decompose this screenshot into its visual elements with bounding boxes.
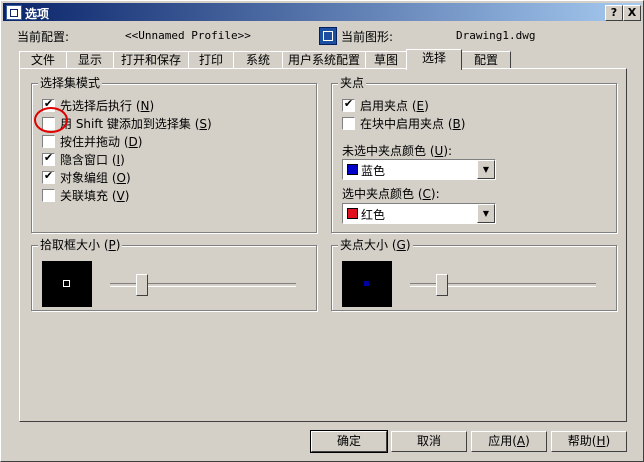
- current-drawing-value: Drawing1.dwg: [456, 29, 536, 42]
- implied-window-label: 隐含窗口 (I): [60, 153, 125, 167]
- pickbox-size-group: 拾取框大小 (P): [31, 238, 317, 311]
- selection-modes-title: 选择集模式: [38, 76, 103, 90]
- noun-verb-label: 先选择后执行 (N): [60, 99, 155, 113]
- grips-in-blocks-label: 在块中启用夹点 (B): [360, 117, 466, 131]
- unselected-color-select[interactable]: 蓝色 ▼: [342, 159, 496, 180]
- associative-hatch-label: 关联填充 (V): [60, 189, 130, 203]
- tab-drafting[interactable]: 草图: [365, 51, 407, 69]
- current-profile-label: 当前配置:: [17, 30, 70, 44]
- chevron-down-icon[interactable]: ▼: [477, 204, 495, 223]
- ok-button[interactable]: 确定: [310, 430, 388, 453]
- red-highlight-circle: [34, 107, 68, 133]
- options-dialog: 选项 ? X 当前配置: <<Unnamed Profile>> 当前图形: D…: [0, 0, 644, 462]
- check-icon: ✔: [343, 97, 354, 110]
- object-grouping-checkbox[interactable]: ✔: [42, 169, 55, 184]
- selection-modes-group: 选择集模式 ✔ 先选择后执行 (N) 用 Shift 键添加到选择集 (S) 按…: [31, 76, 317, 233]
- red-swatch: [347, 208, 358, 219]
- pickbox-square-icon: [63, 280, 70, 287]
- pickbox-size-title: 拾取框大小 (P): [38, 238, 123, 252]
- help-title-button[interactable]: ?: [605, 5, 623, 21]
- pickbox-preview: [42, 261, 92, 307]
- tab-profiles[interactable]: 配置: [461, 51, 511, 69]
- tab-open-save[interactable]: 打开和保存: [113, 51, 189, 69]
- shift-add-label: 用 Shift 键添加到选择集 (S): [60, 117, 212, 131]
- title-bar: 选项 ? X: [3, 3, 641, 21]
- enable-grips-label: 启用夹点 (E): [360, 99, 429, 113]
- associative-hatch-checkbox[interactable]: [42, 189, 55, 202]
- enable-grips-checkbox[interactable]: ✔: [342, 97, 355, 112]
- help-button[interactable]: 帮助(H): [551, 431, 627, 452]
- tab-display[interactable]: 显示: [66, 51, 114, 69]
- close-button[interactable]: X: [623, 5, 641, 21]
- press-drag-label: 按住并拖动 (D): [60, 135, 143, 149]
- blue-swatch: [347, 164, 358, 175]
- object-grouping-label: 对象编组 (O): [60, 171, 131, 185]
- check-icon: ✔: [43, 169, 54, 182]
- window-title: 选项: [25, 7, 50, 21]
- app-icon: [6, 5, 22, 20]
- grips-group: 夹点 ✔ 启用夹点 (E) 在块中启用夹点 (B) 未选中夹点颜色 (U): 蓝…: [331, 76, 617, 233]
- selected-color-select[interactable]: 红色 ▼: [342, 203, 496, 224]
- unselected-color-label: 未选中夹点颜色 (U):: [342, 144, 453, 158]
- tab-user-preferences[interactable]: 用户系统配置: [282, 51, 366, 69]
- implied-window-checkbox[interactable]: ✔: [42, 151, 55, 166]
- tab-files[interactable]: 文件: [19, 51, 67, 69]
- tab-system[interactable]: 系统: [233, 51, 283, 69]
- apply-button[interactable]: 应用(A): [471, 431, 547, 452]
- selection-tab-panel: 选择集模式 ✔ 先选择后执行 (N) 用 Shift 键添加到选择集 (S) 按…: [19, 68, 627, 422]
- grip-square-icon: [364, 281, 369, 286]
- press-drag-checkbox[interactable]: [42, 135, 55, 148]
- grip-size-preview: [342, 261, 392, 307]
- tab-selection[interactable]: 选择: [406, 49, 462, 70]
- cancel-button[interactable]: 取消: [391, 431, 467, 452]
- grip-size-group: 夹点大小 (G): [331, 238, 617, 311]
- drawing-icon: [319, 27, 337, 45]
- current-profile-value: <<Unnamed Profile>>: [125, 29, 251, 42]
- current-drawing-label: 当前图形:: [341, 30, 394, 44]
- selected-color-value: 红色: [361, 208, 386, 222]
- grips-title: 夹点: [338, 76, 367, 90]
- check-icon: ✔: [43, 151, 54, 164]
- selected-color-label: 选中夹点颜色 (C):: [342, 187, 440, 201]
- grip-size-title: 夹点大小 (G): [338, 238, 413, 252]
- grips-in-blocks-checkbox[interactable]: [342, 117, 355, 130]
- pickbox-slider-thumb[interactable]: [136, 274, 149, 296]
- grip-size-slider-thumb[interactable]: [436, 274, 449, 296]
- unselected-color-value: 蓝色: [361, 164, 386, 178]
- chevron-down-icon[interactable]: ▼: [477, 160, 495, 179]
- tab-plot[interactable]: 打印: [188, 51, 234, 69]
